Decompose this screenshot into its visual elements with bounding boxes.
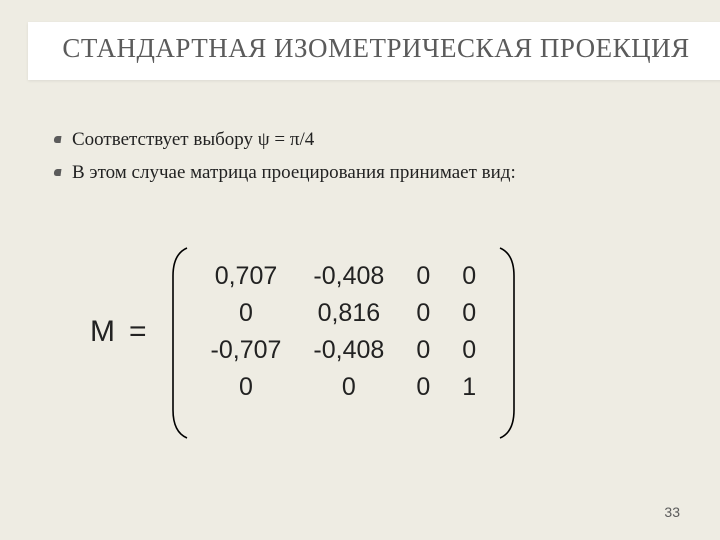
matrix-cell: 0,707 — [195, 258, 298, 295]
matrix-cell: 0 — [400, 369, 446, 406]
slide: СТАНДАРТНАЯ ИЗОМЕТРИЧЕСКАЯ ПРОЕКЦИЯ Соот… — [0, 0, 720, 540]
matrix-cell: 0 — [195, 369, 298, 406]
matrix-brackets: 0,707 -0,408 0 0 0 0,816 0 0 -0,707 -0,4… — [173, 252, 515, 412]
matrix-cell: -0,408 — [297, 332, 400, 369]
matrix-cell: 0 — [400, 258, 446, 295]
slide-title: СТАНДАРТНАЯ ИЗОМЕТРИЧЕСКАЯ ПРОЕКЦИЯ — [44, 32, 708, 66]
matrix-cell: 0 — [400, 332, 446, 369]
matrix-row: 0 0,816 0 0 — [195, 295, 493, 332]
body-text: Соответствует выбору ψ = π/4 В этом случ… — [54, 126, 664, 191]
matrix-row: 0 0 0 1 — [195, 369, 493, 406]
right-paren-icon — [496, 246, 518, 440]
matrix-cell: 0 — [400, 295, 446, 332]
matrix-cell: 0 — [195, 295, 298, 332]
equals-sign: = — [129, 315, 147, 349]
matrix-row: 0,707 -0,408 0 0 — [195, 258, 493, 295]
matrix-equation: M = 0,707 -0,408 0 0 0 0,816 0 0 — [90, 252, 514, 412]
matrix-cell: 0 — [446, 258, 492, 295]
bullet-item: В этом случае матрица проецирования прин… — [54, 159, 664, 188]
matrix-cell: 0 — [446, 295, 492, 332]
matrix-label: M — [90, 315, 115, 349]
matrix-cell: 0 — [446, 332, 492, 369]
matrix-table: 0,707 -0,408 0 0 0 0,816 0 0 -0,707 -0,4… — [195, 258, 493, 406]
bullet-item: Соответствует выбору ψ = π/4 — [54, 126, 664, 155]
matrix-cell: 1 — [446, 369, 492, 406]
matrix-row: -0,707 -0,408 0 0 — [195, 332, 493, 369]
matrix-cell: -0,707 — [195, 332, 298, 369]
page-number: 33 — [664, 504, 680, 520]
left-paren-icon — [169, 246, 191, 440]
matrix-cell: 0 — [297, 369, 400, 406]
matrix-cell: 0,816 — [297, 295, 400, 332]
matrix-cell: -0,408 — [297, 258, 400, 295]
title-card: СТАНДАРТНАЯ ИЗОМЕТРИЧЕСКАЯ ПРОЕКЦИЯ — [28, 22, 720, 80]
